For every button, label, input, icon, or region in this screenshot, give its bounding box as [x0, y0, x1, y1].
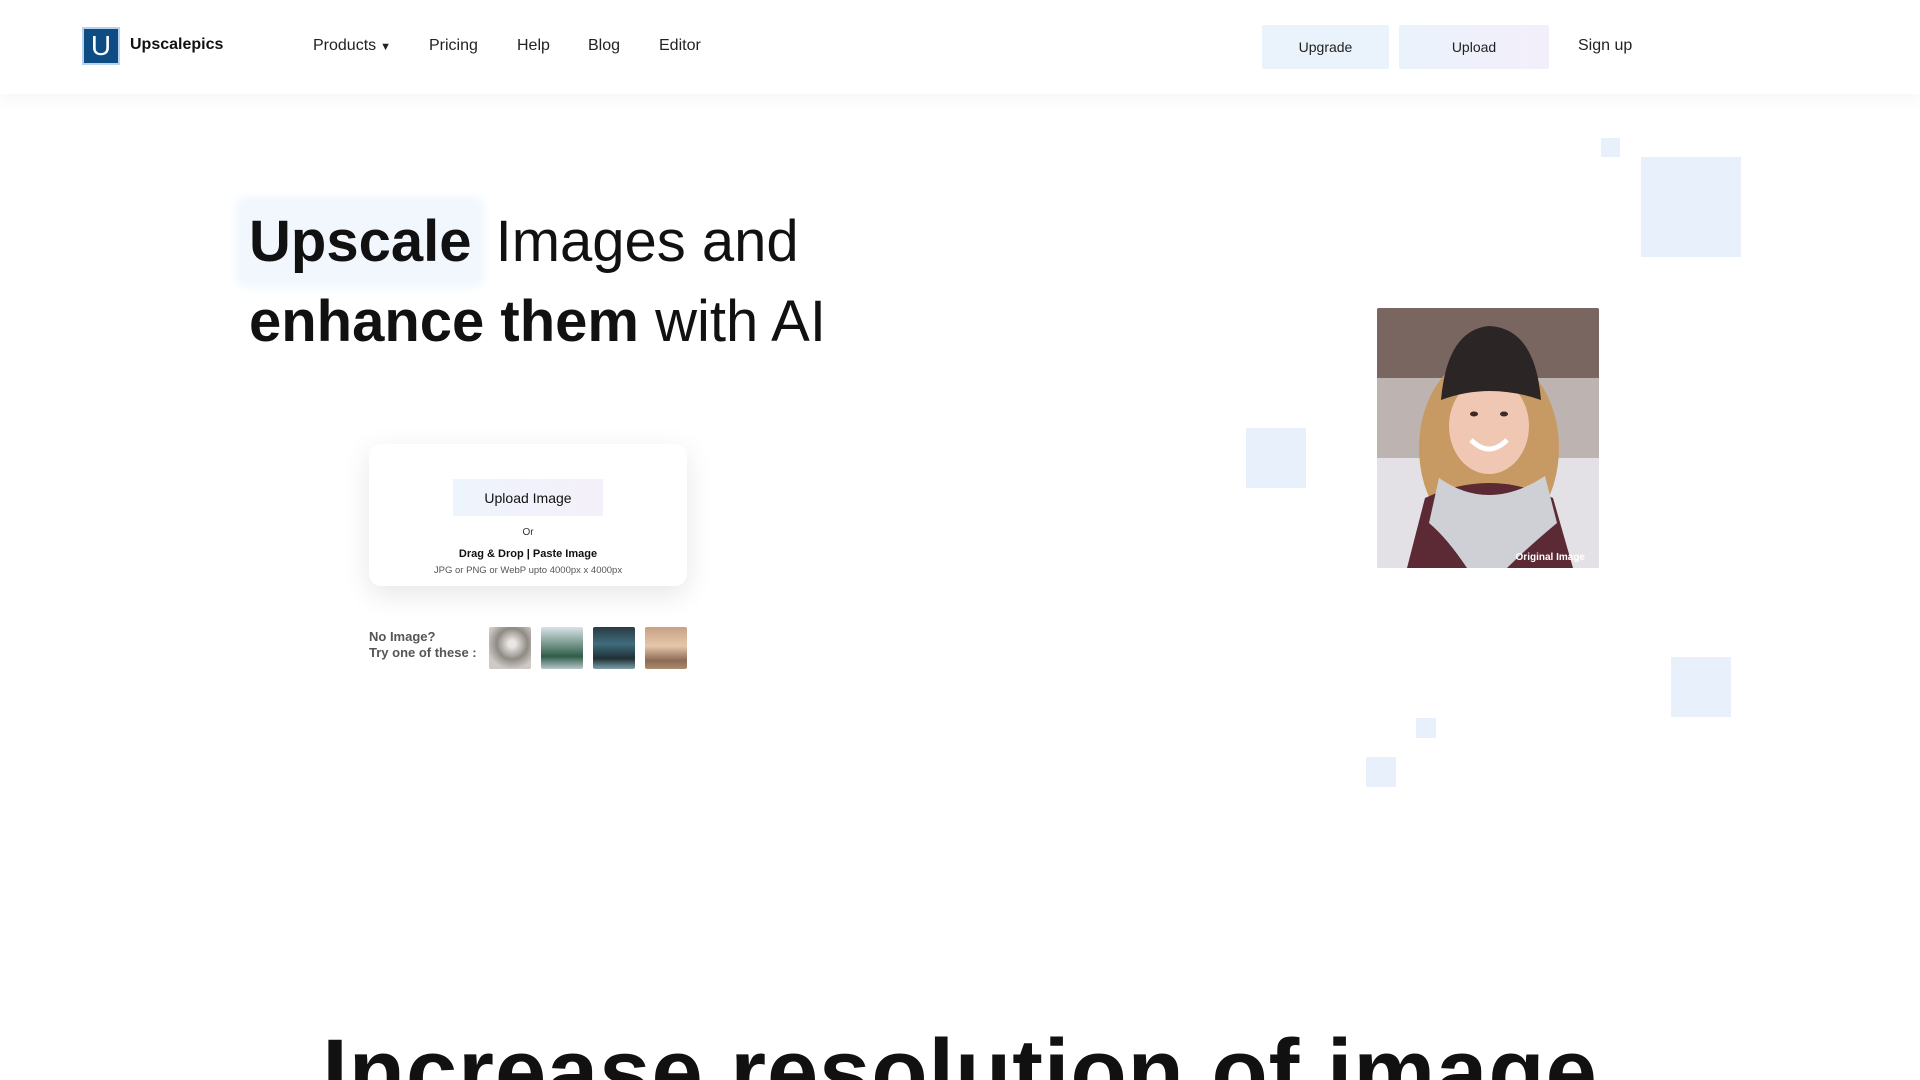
- decor-square: [1416, 718, 1436, 738]
- upload-dropzone[interactable]: Upload Image Or Drag & Drop | Paste Imag…: [369, 444, 687, 586]
- original-image-preview: Original Image: [1377, 308, 1599, 568]
- portrait-illustration: [1377, 308, 1599, 568]
- upgrade-button[interactable]: Upgrade: [1262, 25, 1389, 69]
- decor-square: [1366, 757, 1396, 787]
- hero-title-line1: Upscale Images and: [241, 202, 826, 282]
- no-image-line1: No Image?: [369, 629, 436, 644]
- sample-image-canal[interactable]: [593, 627, 635, 669]
- section-title: Increase resolution of image: [322, 1021, 1598, 1080]
- sample-image-tree[interactable]: [489, 627, 531, 669]
- drag-drop-hint: Drag & Drop | Paste Image: [458, 548, 598, 560]
- photo-caption: Original Image: [1515, 552, 1585, 563]
- brand-name[interactable]: Upscalepics: [130, 36, 223, 54]
- sample-image-lake[interactable]: [541, 627, 583, 669]
- site-header: U Upscalepics Products ▼ Pricing Help Blo…: [0, 0, 1920, 94]
- decor-square: [1671, 657, 1731, 717]
- upload-image-button[interactable]: Upload Image: [453, 479, 603, 516]
- nav-editor[interactable]: Editor: [659, 37, 701, 55]
- hero-title-highlight: Upscale: [241, 202, 480, 282]
- file-format-hint: JPG or PNG or WebP upto 4000px x 4000px: [433, 565, 623, 576]
- nav-blog[interactable]: Blog: [588, 37, 620, 55]
- nav-products-label: Products: [313, 37, 377, 54]
- hero-title: Upscale Images and enhance them with AI: [241, 202, 826, 362]
- logo-icon[interactable]: U: [82, 27, 120, 65]
- or-separator: Or: [522, 527, 534, 538]
- nav-help[interactable]: Help: [517, 37, 550, 55]
- upload-button[interactable]: Upload: [1399, 25, 1549, 69]
- decor-square: [1601, 138, 1620, 157]
- decor-square: [1246, 428, 1306, 488]
- hero-title-line2: enhance them with AI: [249, 282, 826, 362]
- decor-square: [1641, 157, 1741, 257]
- hero-title-line2-rest: with AI: [655, 289, 826, 354]
- hero-title-line2-bold: enhance them: [249, 289, 639, 354]
- sample-image-laptop[interactable]: [645, 627, 687, 669]
- no-image-line2: Try one of these :: [369, 645, 477, 660]
- nav-products[interactable]: Products ▼: [313, 37, 391, 55]
- hero-title-line1-rest: Images and: [495, 209, 799, 274]
- no-image-prompt: No Image? Try one of these :: [369, 629, 477, 661]
- nav-pricing[interactable]: Pricing: [429, 37, 478, 55]
- caret-down-icon: ▼: [380, 41, 392, 53]
- signup-link[interactable]: Sign up: [1578, 37, 1632, 55]
